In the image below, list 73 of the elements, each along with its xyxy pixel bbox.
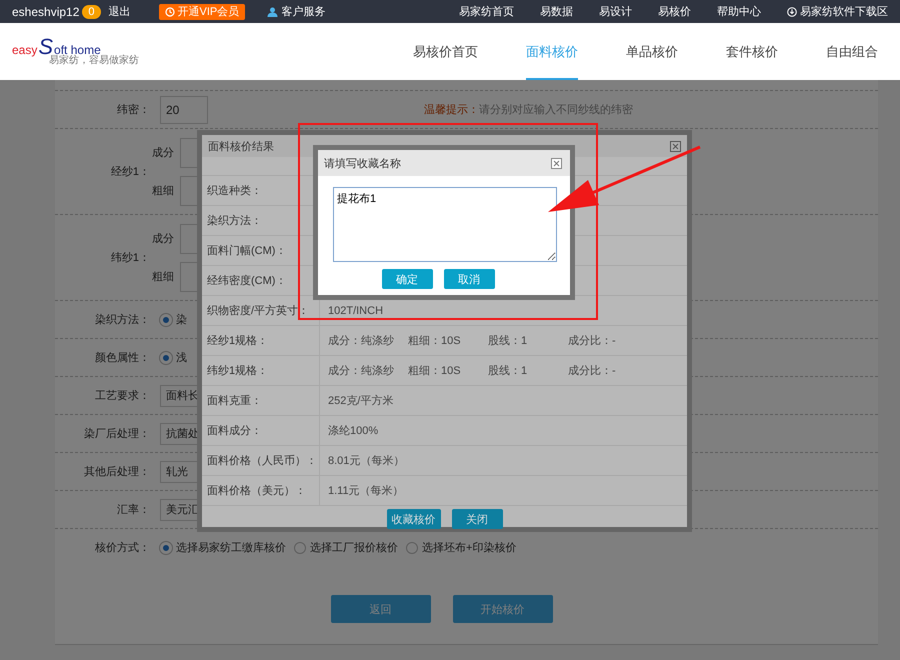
field-label: 染织方法：: [94, 312, 151, 327]
field-label: 其他后处理：: [83, 465, 151, 479]
field-label: 核价方式：: [94, 540, 151, 555]
result-value: 1.11元（每米）: [328, 484, 404, 498]
nav-tab[interactable]: 自由组合: [826, 23, 878, 80]
top-nav-link[interactable]: 易家纺首页: [459, 4, 514, 19]
vip-button[interactable]: 开通VIP会员: [158, 4, 246, 20]
radio-option[interactable]: 浅: [160, 350, 187, 365]
radio-option[interactable]: 选择坯布+印染核价: [406, 540, 516, 555]
field-label: 粗细: [152, 270, 174, 284]
clock-icon: [164, 6, 175, 16]
field-label: 纬密：: [116, 102, 151, 117]
result-value: 粗细：10S: [408, 364, 462, 378]
result-value: 成分比：-: [568, 364, 617, 378]
logo-letter: S: [38, 36, 54, 56]
logout-link[interactable]: 退出: [108, 4, 131, 19]
radio-option[interactable]: 选择易家纺工缴库核价: [160, 540, 286, 555]
field-label: 经纱1：: [110, 165, 151, 179]
download-link[interactable]: 易家纺软件下载区: [787, 4, 888, 19]
result-value: 252克/平方米: [328, 394, 394, 408]
top-nav-link[interactable]: 易数据: [540, 4, 573, 19]
close-icon[interactable]: [670, 140, 681, 152]
field-label: 成分: [152, 146, 174, 160]
result-label: 面料价格（美元）：: [202, 476, 320, 505]
dialog-button[interactable]: 关闭: [452, 509, 502, 529]
field-label: 纬纱1：: [110, 251, 151, 265]
top-nav-link[interactable]: 易核价: [658, 4, 691, 19]
result-value: 8.01元（每米）: [328, 454, 404, 468]
nav-tab[interactable]: 套件核价: [726, 23, 778, 80]
field-label: 颜色属性：: [94, 350, 151, 365]
result-value: 股线：1: [488, 364, 528, 378]
hint-text: 请分别对应输入不同纱线的纬密: [479, 102, 633, 117]
dialog-button[interactable]: 收藏核价: [386, 509, 440, 529]
field-label: 工艺要求：: [94, 389, 151, 403]
result-value: 成分：纯涤纱: [328, 364, 395, 378]
logo-tagline: 易家纺，容易做家纺: [49, 54, 139, 66]
radio-button[interactable]: [294, 542, 306, 554]
result-label: 面料成分：: [202, 416, 320, 445]
input-field[interactable]: 20: [160, 96, 208, 124]
result-value: 股线：1: [488, 334, 528, 348]
top-nav-link[interactable]: 易设计: [599, 4, 632, 19]
field-label: 成分: [152, 232, 174, 246]
radio-button[interactable]: [406, 542, 418, 554]
field-label: 汇率：: [116, 502, 151, 517]
logo-text: easy: [12, 42, 38, 56]
customer-service-link[interactable]: 客户服务: [267, 4, 326, 19]
dialog-button[interactable]: 取消: [444, 269, 494, 289]
result-value: 粗细：10S: [408, 334, 462, 348]
nav-tab[interactable]: 易核价首页: [413, 23, 478, 80]
radio-option[interactable]: 选择工厂报价核价: [294, 540, 398, 555]
download-icon: [787, 6, 797, 16]
result-label: 经纱1规格：: [202, 326, 320, 355]
name-input[interactable]: 提花布1: [333, 187, 557, 262]
dialog-title: 面料核价结果: [208, 140, 274, 154]
result-value: 成分：纯涤纱: [328, 334, 395, 348]
result-label: 面料克重：: [202, 386, 320, 415]
nav-tab[interactable]: 单品核价: [626, 23, 678, 80]
close-icon[interactable]: [551, 158, 562, 168]
field-label: 染厂后处理：: [83, 426, 151, 441]
result-value: 102T/INCH: [328, 304, 384, 316]
radio-option[interactable]: 染: [160, 312, 187, 327]
count-badge: 0: [82, 4, 101, 18]
result-value: 成分比：-: [568, 334, 617, 348]
username: esheshvip12: [12, 4, 80, 18]
dialog-button[interactable]: 确定: [382, 269, 432, 289]
field-label: 粗细: [152, 184, 174, 198]
result-value: 涤纶100%: [328, 424, 378, 438]
hint-label: 温馨提示：: [424, 103, 479, 117]
result-label: 纬纱1规格：: [202, 356, 320, 385]
dialog-title: 请填写收藏名称: [324, 156, 401, 170]
result-label: 面料价格（人民币）：: [202, 446, 320, 475]
person-icon: [267, 6, 278, 16]
top-nav-link[interactable]: 帮助中心: [717, 4, 761, 19]
